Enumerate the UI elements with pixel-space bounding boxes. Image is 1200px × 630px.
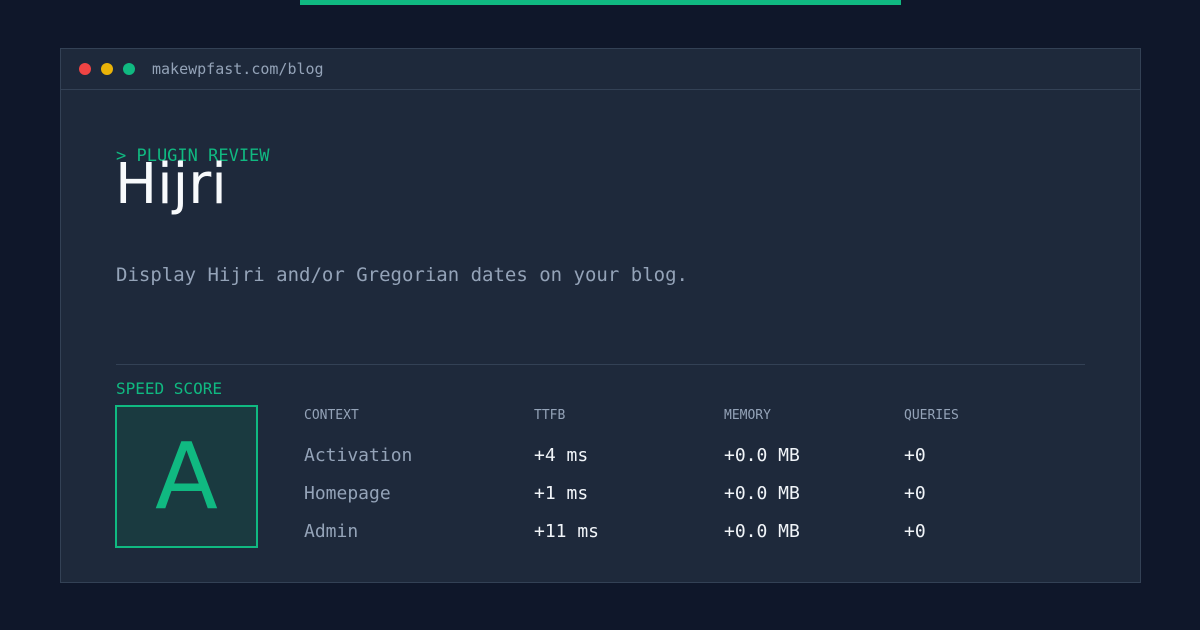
- speed-score-label: SPEED SCORE: [116, 379, 222, 398]
- row-activation-context: Activation: [304, 445, 413, 466]
- page-title: Hijri: [115, 152, 227, 217]
- column-header-context: CONTEXT: [304, 408, 359, 423]
- column-header-ttfb: TTFB: [534, 408, 566, 423]
- row-homepage-queries: +0: [904, 483, 926, 504]
- row-admin-memory: +0.0 MB: [724, 521, 800, 542]
- section-divider: [116, 364, 1085, 365]
- maximize-dot-icon[interactable]: [123, 63, 135, 75]
- row-admin-queries: +0: [904, 521, 926, 542]
- speed-grade: A: [155, 423, 218, 530]
- window-titlebar: makewpfast.com/blog: [61, 49, 1140, 90]
- column-header-memory: MEMORY: [724, 408, 771, 423]
- row-activation-ttfb: +4 ms: [534, 445, 589, 466]
- browser-window: makewpfast.com/blog > PLUGIN REVIEW Hijr…: [60, 48, 1141, 583]
- top-accent-bar: [300, 0, 901, 5]
- close-dot-icon[interactable]: [79, 63, 91, 75]
- window-url: makewpfast.com/blog: [152, 60, 324, 78]
- plugin-description: Display Hijri and/or Gregorian dates on …: [116, 264, 688, 286]
- row-admin-context: Admin: [304, 521, 359, 542]
- row-homepage-memory: +0.0 MB: [724, 483, 800, 504]
- row-homepage-ttfb: +1 ms: [534, 483, 589, 504]
- row-homepage-context: Homepage: [304, 483, 391, 504]
- speed-grade-box: A: [115, 405, 258, 548]
- column-header-queries: QUERIES: [904, 408, 959, 423]
- row-admin-ttfb: +11 ms: [534, 521, 600, 542]
- row-activation-queries: +0: [904, 445, 926, 466]
- minimize-dot-icon[interactable]: [101, 63, 113, 75]
- row-activation-memory: +0.0 MB: [724, 445, 800, 466]
